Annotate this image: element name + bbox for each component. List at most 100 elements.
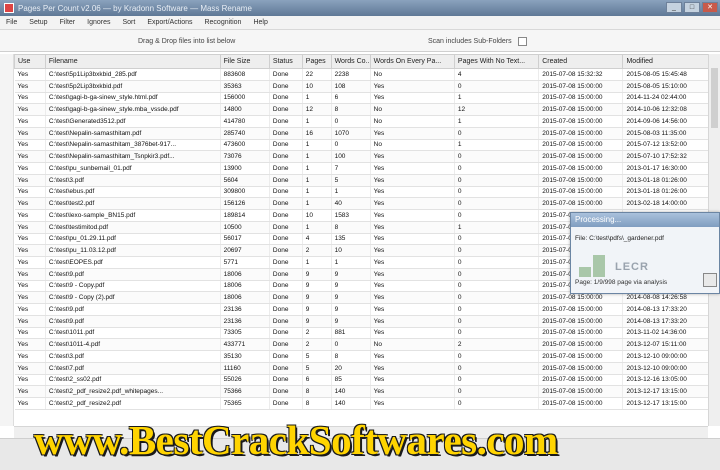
menu-export-actions[interactable]: Export/Actions [147, 19, 192, 26]
table-cell: Yes [14, 233, 46, 246]
menu-recognition[interactable]: Recognition [204, 19, 241, 26]
watermark-text: www.BestCrackSoftwares.com [34, 417, 558, 463]
table-cell: 73076 [220, 150, 270, 163]
table-cell: Yes [14, 280, 46, 293]
table-row[interactable]: Yes C:\test\test2.pdf 156126 Done 1 40 Yes 0 201… [14, 197, 714, 210]
table-cell: C:\test\Generated3512.pdf [45, 115, 221, 128]
table-cell: Yes [370, 362, 455, 375]
menu-sort[interactable]: Sort [123, 19, 136, 26]
table-cell: 20697 [220, 244, 270, 257]
table-cell: 5 [331, 174, 371, 187]
column-header[interactable]: Filename [44, 54, 221, 69]
table-row[interactable]: Yes C:\test\Nepalin-samasthitam_Tsnpkir3.… [14, 150, 714, 163]
table-cell: 2013-12-07 15:11:00 [622, 338, 714, 351]
column-header[interactable]: Modified [622, 54, 714, 69]
table-cell: 1 [331, 186, 371, 199]
table-row[interactable]: Yes C:\test\5p2Lip3bxkbid.pdf 35363 Done 10 1… [14, 80, 714, 93]
table-cell: 2014-10-06 12:32:08 [622, 103, 714, 116]
scan-subfolders-checkbox[interactable] [518, 37, 527, 46]
menu-ignores[interactable]: Ignores [87, 19, 110, 26]
table-cell: 0 [454, 80, 540, 93]
table-row[interactable]: Yes C:\test\9.pdf 23136 Done 9 9 Yes 0 2015-07-0… [14, 315, 714, 328]
window-title: Pages Per Count v2.06 — by Kradonn Softw… [18, 3, 252, 13]
table-cell: C:\test\Nepalin-samasthitam_3876bet-917.… [45, 139, 221, 152]
logo-icon [579, 255, 613, 277]
table-cell: 8 [331, 103, 371, 116]
table-cell: 189814 [220, 209, 270, 222]
table-cell: C:\test\pu_sunbemail_01.pdf [45, 162, 221, 175]
row-gutter [0, 54, 14, 426]
table-cell: 0 [454, 174, 540, 187]
table-cell: Done [269, 68, 303, 81]
table-cell: Yes [370, 150, 455, 163]
table-cell: Done [269, 268, 303, 281]
column-header[interactable]: Pages [301, 54, 332, 69]
scroll-thumb[interactable] [711, 68, 718, 128]
table-row[interactable]: Yes C:\test\pu_sunbemail_01.pdf 13900 Done 1… [14, 162, 714, 175]
table-cell: Yes [14, 221, 46, 234]
table-cell: 2015-07-10 17:52:32 [622, 150, 714, 163]
table-cell: 0 [454, 385, 540, 398]
table-cell: 8 [331, 221, 371, 234]
table-row[interactable]: Yes C:\test\Nepalin-samasthitam.pdf 285740… [14, 127, 714, 140]
table-cell: 2015-07-08 15:00:00 [538, 174, 624, 187]
table-cell: Yes [14, 115, 46, 128]
table-row[interactable]: Yes C:\test\2_pdf_resize2.pdf_whitepages.… [14, 385, 714, 398]
table-cell: 2013-02-18 14:00:00 [622, 197, 714, 210]
table-row[interactable]: Yes C:\test\ebus.pdf 309800 Done 1 1 Yes 0 2015-… [14, 186, 714, 199]
menu-filter[interactable]: Filter [60, 19, 76, 26]
minimize-button[interactable]: _ [666, 2, 682, 13]
table-cell: C:\test\EOPES.pdf [45, 256, 221, 269]
column-header[interactable]: Status [268, 54, 303, 69]
table-row[interactable]: Yes C:\test\3.pdf 35130 Done 5 8 Yes 0 2015-07-0… [14, 350, 714, 363]
table-cell: Yes [14, 362, 46, 375]
table-cell: Yes [14, 162, 46, 175]
table-row[interactable]: Yes C:\test\gagi-b-ga-sinew_style.mba_vss… [14, 103, 714, 116]
table-row[interactable]: Yes C:\test\7.pdf 11160 Done 5 20 Yes 0 2015-07-… [14, 362, 714, 375]
table-cell: 2013-12-10 09:00:00 [622, 350, 714, 363]
table-row[interactable]: Yes C:\test\9.pdf 23136 Done 9 9 Yes 0 2015-07-0… [14, 303, 714, 316]
column-header[interactable]: Pages With No Text... [453, 54, 540, 69]
menu-file[interactable]: File [6, 19, 17, 26]
table-row[interactable]: Yes C:\test\3.pdf 5604 Done 1 5 Yes 0 2015-07-08… [14, 174, 714, 187]
table-cell: 883608 [220, 68, 270, 81]
table-cell: 2013-01-18 01:26:00 [622, 174, 714, 187]
table-cell: Yes [14, 186, 46, 199]
table-row[interactable]: Yes C:\test\gagi-b-ga-sinew_style.html.pd… [14, 92, 714, 105]
menu-setup[interactable]: Setup [29, 19, 47, 26]
app-icon [4, 3, 14, 13]
table-row[interactable]: Yes C:\test\Generated3512.pdf 414780 Done 1 0… [14, 115, 714, 128]
column-header[interactable]: Use [14, 54, 46, 69]
table-row[interactable]: Yes C:\test\2_pdf_resize2.pdf 75365 Done 8 14… [14, 397, 714, 410]
table-cell: Yes [370, 385, 455, 398]
table-row[interactable]: Yes C:\test\1011.pdf 73305 Done 2 881 Yes 0 2015… [14, 327, 714, 340]
table-cell: 9 [331, 291, 371, 304]
table-cell: 2014-08-13 17:33:20 [622, 303, 714, 316]
close-button[interactable]: ✕ [702, 2, 718, 13]
table-row[interactable]: Yes C:\test\1011-4.pdf 433771 Done 2 0 No 2 2015… [14, 338, 714, 351]
table-cell: 108 [331, 80, 371, 93]
column-header[interactable]: File Size [219, 54, 270, 69]
table-cell: 1 [302, 115, 332, 128]
column-header[interactable]: Words On Every Pa... [369, 54, 455, 69]
table-row[interactable]: Yes C:\test\Nepalin-samasthitam_3876bet-9… [14, 139, 714, 152]
dialog-logo-text: LECR [615, 261, 649, 273]
maximize-button[interactable]: □ [684, 2, 700, 13]
table-cell: C:\test\pu_01.29.11.pdf [45, 233, 221, 246]
table-cell: C:\test\1011.pdf [45, 327, 221, 340]
table-row[interactable]: Yes C:\test\5p1Lip3bxkbid_285.pdf 883608 Do… [14, 68, 714, 81]
table-cell: Yes [370, 374, 455, 387]
menu-help[interactable]: Help [253, 19, 267, 26]
table-cell: 1 [302, 139, 332, 152]
table-row[interactable]: Yes C:\test\2_ss02.pdf 55026 Done 6 85 Yes 0 201… [14, 374, 714, 387]
table-cell: 1 [454, 92, 540, 105]
table-cell: C:\test\2_pdf_resize2.pdf [45, 397, 221, 410]
dialog-cancel-button[interactable] [703, 273, 717, 287]
column-header[interactable]: Created [538, 54, 624, 69]
column-header[interactable]: Words Co... [330, 54, 371, 69]
table-cell: 11160 [220, 362, 270, 375]
table-cell: Yes [14, 374, 46, 387]
table-cell: 9 [331, 268, 371, 281]
table-cell: 1 [454, 139, 540, 152]
table-cell: 5 [302, 350, 332, 363]
